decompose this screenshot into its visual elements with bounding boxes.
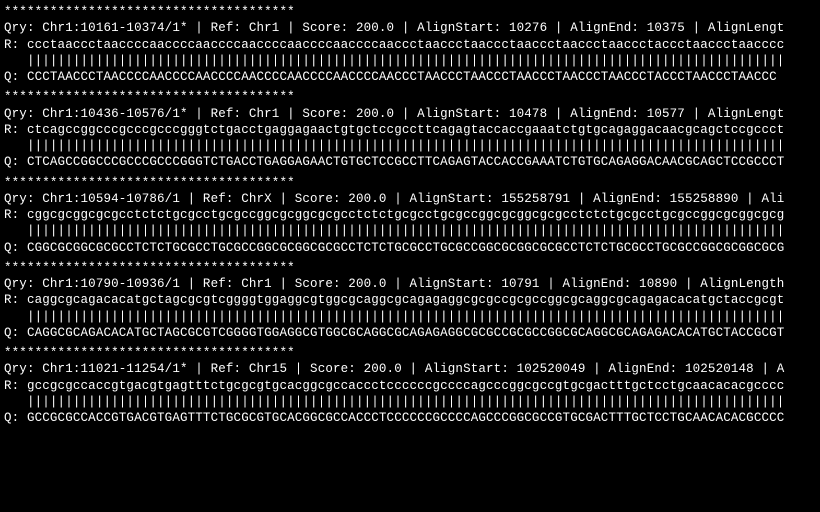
alignment-block: **************************************Qr… bbox=[4, 345, 816, 426]
alignment-header: Qry: Chr1:10790-10936/1 | Ref: Chr1 | Sc… bbox=[4, 276, 816, 292]
alignment-block: **************************************Qr… bbox=[4, 260, 816, 341]
reference-sequence: R: ctcagccggcccgcccgcccgggtctgacctgaggag… bbox=[4, 122, 816, 138]
alignment-block: **************************************Qr… bbox=[4, 4, 816, 85]
alignment-header: Qry: Chr1:10161-10374/1* | Ref: Chr1 | S… bbox=[4, 20, 816, 36]
terminal-output: **************************************Qr… bbox=[0, 0, 820, 426]
separator-line: ************************************** bbox=[4, 89, 816, 105]
separator-line: ************************************** bbox=[4, 175, 816, 191]
alignment-header: Qry: Chr1:10594-10786/1 | Ref: ChrX | Sc… bbox=[4, 191, 816, 207]
alignment-block: **************************************Qr… bbox=[4, 89, 816, 170]
separator-line: ************************************** bbox=[4, 260, 816, 276]
reference-sequence: R: ccctaaccctaaccccaaccccaaccccaaccccaac… bbox=[4, 37, 816, 53]
reference-sequence: R: gccgcgccaccgtgacgtgagtttctgcgcgtgcacg… bbox=[4, 378, 816, 394]
match-line: ||||||||||||||||||||||||||||||||||||||||… bbox=[4, 53, 816, 69]
match-line: ||||||||||||||||||||||||||||||||||||||||… bbox=[4, 138, 816, 154]
match-line: ||||||||||||||||||||||||||||||||||||||||… bbox=[4, 223, 816, 239]
match-line: ||||||||||||||||||||||||||||||||||||||||… bbox=[4, 309, 816, 325]
separator-line: ************************************** bbox=[4, 345, 816, 361]
match-line: ||||||||||||||||||||||||||||||||||||||||… bbox=[4, 394, 816, 410]
alignment-block: **************************************Qr… bbox=[4, 175, 816, 256]
reference-sequence: R: caggcgcagacacatgctagcgcgtcggggtggaggc… bbox=[4, 292, 816, 308]
alignment-header: Qry: Chr1:11021-11254/1* | Ref: Chr15 | … bbox=[4, 361, 816, 377]
query-sequence: Q: GCCGCGCCACCGTGACGTGAGTTTCTGCGCGTGCACG… bbox=[4, 410, 816, 426]
query-sequence: Q: CAGGCGCAGACACATGCTAGCGCGTCGGGGTGGAGGC… bbox=[4, 325, 816, 341]
alignment-header: Qry: Chr1:10436-10576/1* | Ref: Chr1 | S… bbox=[4, 106, 816, 122]
query-sequence: Q: CTCAGCCGGCCCGCCCGCCCGGGTCTGACCTGAGGAG… bbox=[4, 154, 816, 170]
query-sequence: Q: CGGCGCGGCGCGCCTCTCTGCGCCTGCGCCGGCGCGG… bbox=[4, 240, 816, 256]
reference-sequence: R: cggcgcggcgcgcctctctgcgcctgcgccggcgcgg… bbox=[4, 207, 816, 223]
separator-line: ************************************** bbox=[4, 4, 816, 20]
query-sequence: Q: CCCTAACCCTAACCCCAACCCCAACCCCAACCCCAAC… bbox=[4, 69, 816, 85]
